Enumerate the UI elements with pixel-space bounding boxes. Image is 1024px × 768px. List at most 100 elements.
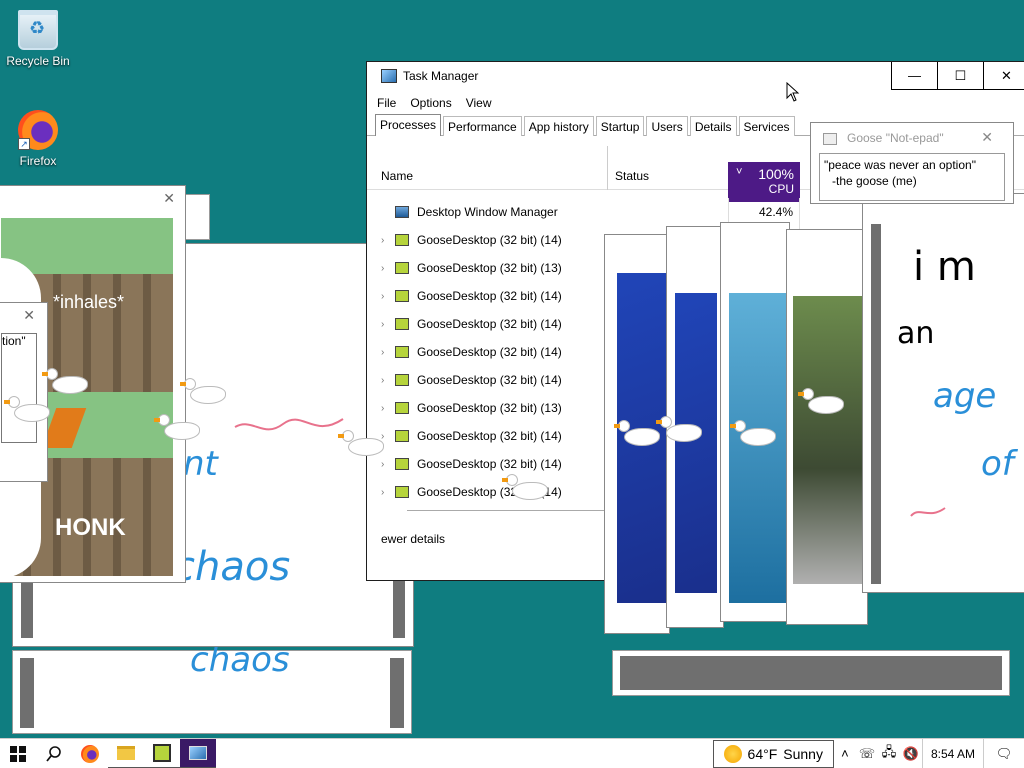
drawing-text: nt xyxy=(183,444,218,484)
notepad-line: "peace was never an option" xyxy=(824,158,976,172)
close-icon[interactable]: ✕ xyxy=(23,307,35,324)
handwriting-line: an xyxy=(897,316,935,351)
tab-users[interactable]: Users xyxy=(646,116,688,136)
taskbar-task-manager[interactable] xyxy=(180,738,216,768)
maximize-button[interactable]: ☐ xyxy=(937,62,983,90)
mouse-cursor-icon xyxy=(786,82,800,102)
pond-image xyxy=(729,293,787,603)
goose-sprite xyxy=(180,378,230,404)
column-cpu[interactable]: ˅ 100% CPU xyxy=(728,162,800,202)
chevron-up-icon[interactable]: ˄ xyxy=(834,746,856,761)
weather-widget[interactable]: 64°F Sunny xyxy=(712,739,834,768)
goose-desktop-icon xyxy=(395,486,409,498)
recycle-bin-icon xyxy=(18,10,58,50)
scribble-line xyxy=(234,418,344,431)
minimize-button[interactable]: — xyxy=(891,62,937,90)
close-button[interactable]: ✕ xyxy=(983,62,1024,90)
network-icon[interactable]: 🖧 xyxy=(878,743,900,765)
cpu-label: CPU xyxy=(768,182,794,196)
goose-note-fragment[interactable]: ✕ tion" xyxy=(0,302,48,482)
drawing-text: chaos xyxy=(173,544,291,590)
tab-details[interactable]: Details xyxy=(689,116,737,136)
desktop-icon-label: Firefox xyxy=(19,154,57,168)
goose-desktop-icon xyxy=(395,402,409,414)
search-button[interactable] xyxy=(36,739,72,768)
goose-sprite xyxy=(502,474,552,500)
goose-desktop-icon xyxy=(395,318,409,330)
goose-desktop-icon xyxy=(395,262,409,274)
goose-sprite xyxy=(42,368,92,394)
goose-window-frame xyxy=(620,656,1002,690)
desktop-icon-label: Recycle Bin xyxy=(6,54,70,68)
note-fragment-body: tion" xyxy=(1,333,37,443)
expand-chevron-icon[interactable]: › xyxy=(381,403,395,414)
goose-desktop-icon xyxy=(153,743,171,762)
desktop-icon-recycle-bin[interactable]: Recycle Bin xyxy=(0,10,76,68)
meet-now-icon[interactable]: ☏ xyxy=(856,746,878,762)
expand-chevron-icon[interactable]: › xyxy=(381,347,395,358)
goose-sprite xyxy=(730,420,780,446)
tab-app-history[interactable]: App history xyxy=(523,116,594,136)
task-manager-icon xyxy=(381,69,397,83)
menu-view[interactable]: View xyxy=(466,96,492,110)
goose-desktop-icon xyxy=(395,234,409,246)
handwriting-line: of xyxy=(981,444,1014,484)
weather-condition: Sunny xyxy=(783,745,823,762)
goose-image-window[interactable] xyxy=(786,229,868,625)
goose-desktop-icon xyxy=(395,290,409,302)
file-explorer-icon xyxy=(117,745,135,760)
goose-desktop-icon xyxy=(395,430,409,442)
expand-chevron-icon[interactable]: › xyxy=(381,235,395,246)
meme-caption-bottom: HONK xyxy=(55,514,126,541)
goose-photo-image xyxy=(793,296,865,584)
menu-options[interactable]: Options xyxy=(410,96,451,110)
expand-chevron-icon[interactable]: › xyxy=(381,263,395,274)
tab-services[interactable]: Services xyxy=(738,116,795,136)
goose-window-frame xyxy=(20,658,34,728)
firefox-icon: ↗ xyxy=(18,110,58,150)
desktop-icon-firefox[interactable]: ↗ Firefox xyxy=(0,110,76,168)
goose-sprite xyxy=(154,414,204,440)
goose-sprite xyxy=(798,388,848,414)
stock-chart-image xyxy=(675,293,717,593)
taskbar-firefox[interactable] xyxy=(72,739,108,768)
notepad-text-area[interactable]: "peace was never an option" -the goose (… xyxy=(819,153,1005,201)
menu-file[interactable]: File xyxy=(377,96,396,110)
expand-chevron-icon[interactable]: › xyxy=(381,375,395,386)
notepad-line: -the goose (me) xyxy=(832,174,917,188)
fewer-details-link[interactable]: ewer details xyxy=(367,532,445,546)
goose-sprite xyxy=(4,396,54,422)
notifications-icon[interactable]: 🗨 xyxy=(984,746,1024,762)
sun-icon xyxy=(723,744,742,763)
expand-chevron-icon[interactable]: › xyxy=(381,459,395,470)
expand-chevron-icon[interactable]: › xyxy=(381,487,395,498)
volume-muted-icon[interactable]: 🔇 xyxy=(900,746,922,762)
expand-chevron-icon[interactable]: › xyxy=(381,319,395,330)
close-icon[interactable]: ✕ xyxy=(163,190,175,207)
start-button[interactable] xyxy=(0,739,36,768)
expand-chevron-icon[interactable]: › xyxy=(381,291,395,302)
system-tray: 64°F Sunny ˄ ☏ 🖧 🔇 8:54 AM 🗨 xyxy=(712,738,1024,768)
goose-desktop-icon xyxy=(395,374,409,386)
goose-sprite xyxy=(338,430,388,456)
tab-performance[interactable]: Performance xyxy=(443,116,522,136)
tab-startup[interactable]: Startup xyxy=(595,116,645,136)
horizontal-scrollbar[interactable] xyxy=(407,510,607,524)
taskbar-file-explorer[interactable] xyxy=(108,739,144,768)
goose-window-frame xyxy=(390,658,404,728)
goose-window-frame xyxy=(871,224,881,584)
close-icon[interactable]: ✕ xyxy=(981,129,993,146)
tab-processes[interactable]: Processes xyxy=(375,114,442,136)
menu-bar: File Options View xyxy=(367,90,1024,114)
goose-sprite xyxy=(656,416,706,442)
column-separator[interactable] xyxy=(607,146,608,190)
goose-notepad-window[interactable]: Goose "Not-epad" ✕ "peace was never an o… xyxy=(810,122,1014,204)
goose-handwriting-window[interactable]: i m an age of xyxy=(862,193,1024,593)
title-bar[interactable]: Task Manager — ☐ ✕ xyxy=(367,62,1024,90)
column-name[interactable]: Name xyxy=(381,169,413,183)
taskbar-goose-desktop[interactable] xyxy=(144,739,180,768)
column-status[interactable]: Status xyxy=(615,169,649,183)
clock[interactable]: 8:54 AM xyxy=(923,747,983,761)
note-fragment-text: tion" xyxy=(2,334,26,348)
chevron-down-icon: ˅ xyxy=(736,166,743,178)
